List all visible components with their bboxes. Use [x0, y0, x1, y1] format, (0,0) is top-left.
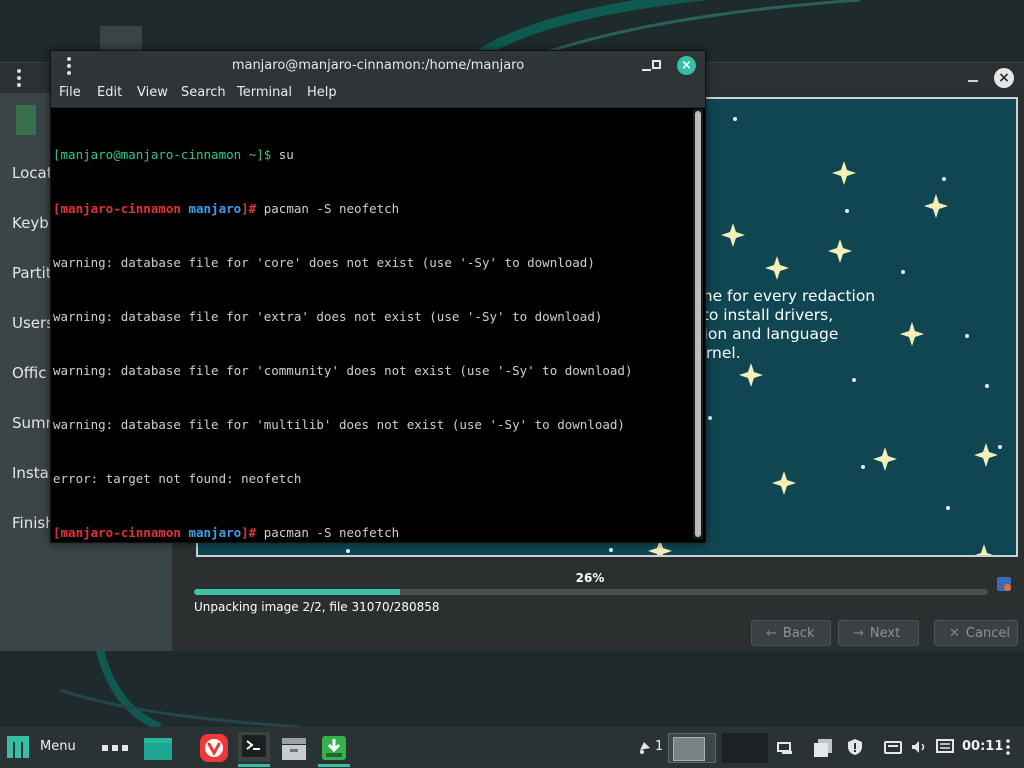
security-icon[interactable]: [846, 738, 864, 756]
terminal-line: warning: database file for 'extra' does …: [53, 309, 603, 324]
slide-line: ation and language: [688, 325, 839, 343]
back-button[interactable]: ← Back: [751, 620, 831, 646]
menu-button[interactable]: Menu: [40, 739, 76, 754]
installer-logo-icon: [16, 105, 36, 135]
prompt: [manjaro@manjaro-cinnamon ~]$: [53, 147, 272, 162]
installer-status-icon: [997, 577, 1011, 591]
workspace-2[interactable]: [722, 733, 768, 763]
prompt-end: ]#: [241, 525, 257, 540]
display-icon[interactable]: [936, 738, 954, 756]
notification-count: 1: [655, 739, 664, 754]
terminal-titlebar: manjaro@manjaro-cinnamon:/home/manjaro ×: [51, 51, 705, 81]
cancel-button[interactable]: ✕ Cancel: [934, 620, 1018, 646]
terminal-title: manjaro@manjaro-cinnamon:/home/manjaro: [231, 58, 525, 73]
terminal-icon: [242, 735, 266, 757]
terminal-line: [manjaro-cinnamon manjaro]# pacman -S ne…: [53, 200, 691, 218]
prompt-dir: manjaro: [188, 525, 242, 540]
desktop-icon[interactable]: [144, 734, 172, 762]
menu-help[interactable]: Help: [307, 85, 337, 100]
menu-view[interactable]: View: [137, 85, 168, 100]
minimize-icon[interactable]: [966, 69, 980, 85]
window-list-icon[interactable]: [776, 738, 794, 756]
scrollbar-thumb[interactable]: [695, 111, 701, 537]
terminal-line: [manjaro-cinnamon manjaro]# pacman -S ne…: [53, 524, 691, 542]
slide-line: ame for every redaction: [688, 287, 876, 305]
file-manager-icon[interactable]: [280, 734, 308, 762]
workspace-1[interactable]: [668, 733, 716, 763]
arrow-left-icon: ←: [766, 626, 777, 641]
manjaro-logo-icon[interactable]: [7, 736, 29, 758]
command: su: [271, 147, 294, 162]
slide-line: kernel.: [688, 344, 741, 362]
terminal-line: warning: database file for 'community' d…: [53, 363, 633, 378]
keyboard-icon[interactable]: [884, 738, 902, 756]
prompt-dir: manjaro: [188, 201, 242, 216]
more-icon[interactable]: [1004, 738, 1012, 756]
terminal-line: warning: database file for 'core' does n…: [53, 255, 595, 270]
next-label: Next: [869, 626, 901, 641]
terminal-menubar: File Edit View Search Terminal Help: [51, 81, 705, 108]
terminal-line: [manjaro@manjaro-cinnamon ~]$ su: [53, 146, 691, 164]
clock[interactable]: 00:11: [962, 739, 1003, 754]
prompt-end: ]#: [241, 201, 257, 216]
command: pacman -S neofetch: [256, 201, 400, 216]
menu-search[interactable]: Search: [181, 85, 226, 100]
prompt-host: [manjaro-cinnamon: [53, 525, 181, 540]
show-apps-icon[interactable]: [102, 745, 128, 751]
terminal-scrollbar[interactable]: [693, 109, 703, 539]
close-icon[interactable]: ×: [994, 68, 1014, 88]
command: pacman -S neofetch: [256, 525, 400, 540]
maximize-icon[interactable]: [652, 60, 661, 69]
active-indicator: [238, 764, 270, 767]
slide-line: u to install drivers,: [688, 306, 834, 324]
terminal-line: warning: database file for 'multilib' do…: [53, 417, 625, 432]
close-icon[interactable]: ×: [677, 56, 696, 75]
cancel-label: Cancel: [965, 626, 1010, 641]
progress-bar: [194, 589, 988, 595]
progress-status: Unpacking image 2/2, file 31070/280858: [194, 600, 440, 614]
terminal-taskbar-button[interactable]: [238, 732, 270, 762]
documents-icon[interactable]: [812, 737, 834, 759]
terminal-window: manjaro@manjaro-cinnamon:/home/manjaro ×…: [50, 50, 706, 543]
active-indicator: [318, 764, 350, 767]
next-button[interactable]: → Next: [838, 620, 919, 646]
window-menu-icon[interactable]: [14, 69, 24, 87]
cancel-icon: ✕: [949, 626, 960, 641]
arrow-right-icon: →: [853, 626, 864, 641]
taskbar: Menu 1 00:11: [0, 727, 1024, 768]
menu-file[interactable]: File: [59, 85, 81, 100]
menu-terminal[interactable]: Terminal: [237, 85, 292, 100]
vivaldi-browser-icon[interactable]: [200, 734, 228, 762]
installer-icon[interactable]: [320, 734, 348, 762]
slide-description: ame for every redaction u to install dri…: [688, 287, 875, 363]
back-label: Back: [782, 626, 815, 641]
prompt-host: [manjaro-cinnamon: [53, 201, 181, 216]
notifications-icon[interactable]: [636, 738, 654, 756]
terminal-output[interactable]: [manjaro@manjaro-cinnamon ~]$ su [manjar…: [51, 108, 691, 541]
volume-icon[interactable]: [910, 738, 928, 756]
terminal-line: error: target not found: neofetch: [53, 471, 302, 486]
menu-edit[interactable]: Edit: [97, 85, 122, 100]
progress-fill: [194, 589, 401, 595]
